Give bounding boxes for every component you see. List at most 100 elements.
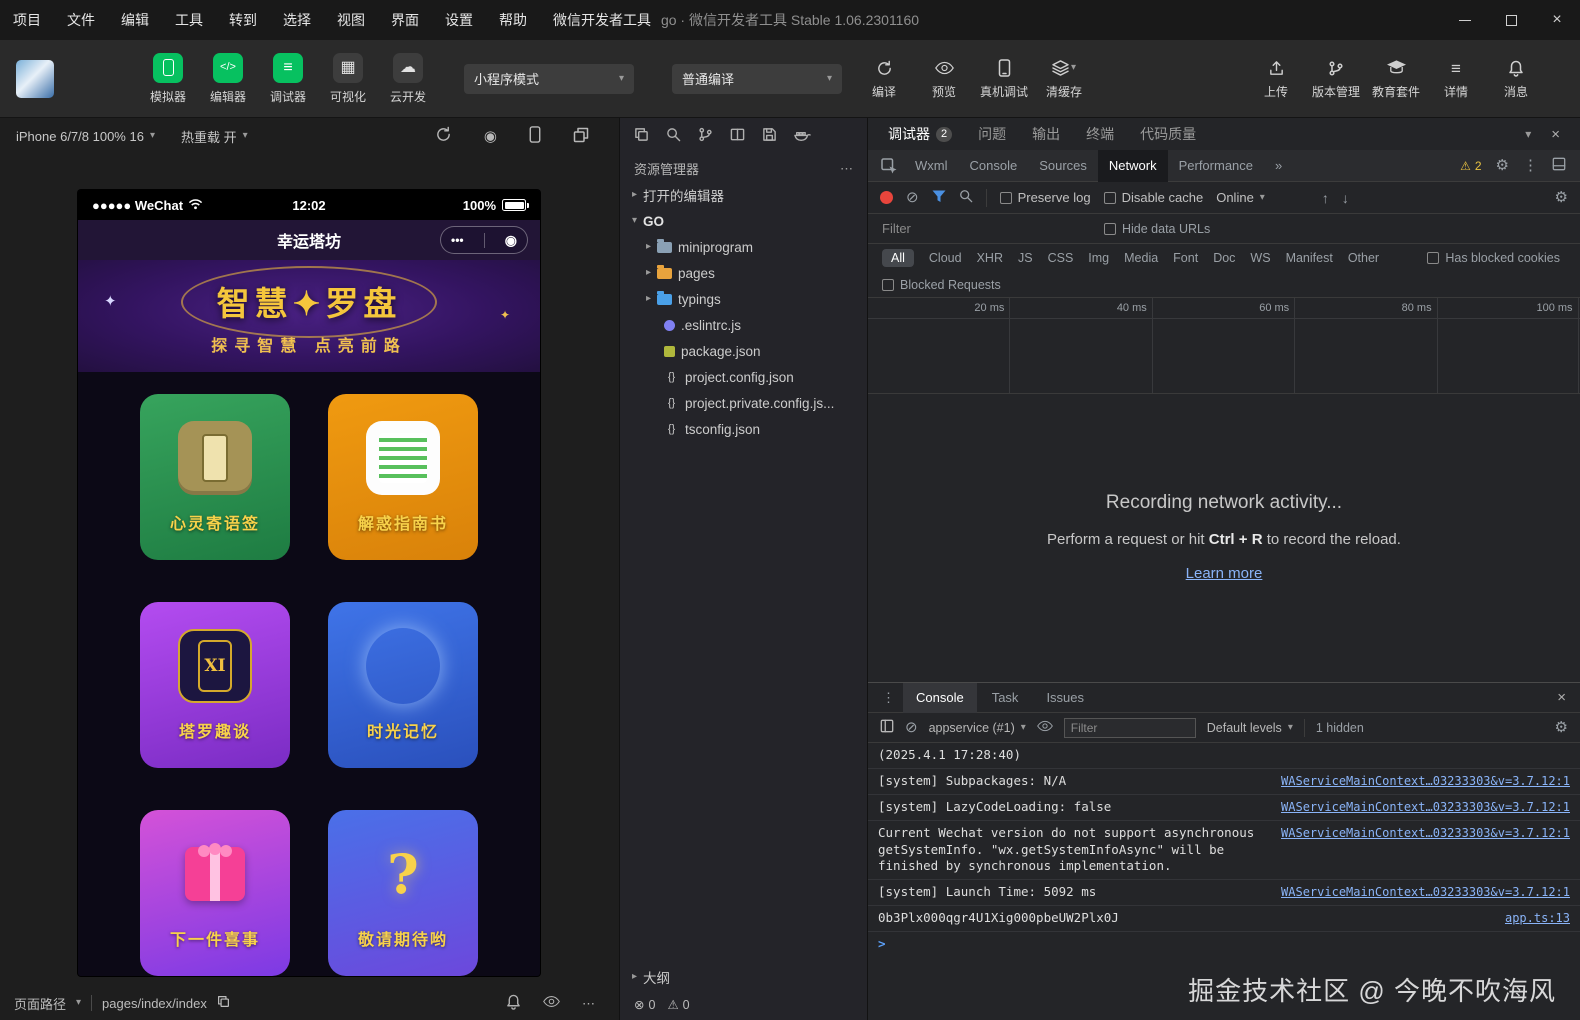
multi-window-icon[interactable] (573, 127, 589, 146)
close-button[interactable]: × (1534, 0, 1580, 40)
tab-output[interactable]: 输出 (1032, 124, 1060, 144)
log-source-link[interactable]: WAServiceMainContext…03233303&v=3.7.12:1 (1281, 884, 1570, 900)
chip-media[interactable]: Media (1124, 251, 1158, 265)
throttling-select[interactable]: Online ▾ (1216, 190, 1265, 205)
save-all-icon[interactable] (762, 127, 777, 145)
simulator-button[interactable]: 模拟器 (138, 52, 198, 105)
remote-debug-button[interactable]: 真机调试 (978, 57, 1030, 100)
chip-font[interactable]: Font (1173, 251, 1198, 265)
cloud-dev-button[interactable]: ☁ 云开发 (378, 52, 438, 105)
chip-all[interactable]: All (882, 249, 914, 267)
clear-cache-button[interactable]: ▾ 清缓存 (1038, 57, 1090, 100)
learn-more-link[interactable]: Learn more (1186, 565, 1263, 582)
tab-sources[interactable]: Sources (1028, 150, 1098, 182)
exit-capsule-button[interactable]: ◉ (505, 233, 517, 247)
chip-js[interactable]: JS (1018, 251, 1033, 265)
education-kit-button[interactable]: 教育套件 (1370, 57, 1422, 100)
card-coming-soon[interactable]: ? 敬请期待哟 (328, 810, 478, 976)
outline-section[interactable]: ▸ 大纲 (620, 964, 867, 990)
close-drawer-icon[interactable]: × (1557, 690, 1572, 705)
log-source-link[interactable]: WAServiceMainContext…03233303&v=3.7.12:1 (1281, 825, 1570, 841)
tree-item-typings[interactable]: ▸ typings (620, 286, 867, 312)
drawer-tab-issues[interactable]: Issues (1033, 683, 1097, 713)
card-soul-message[interactable]: 心灵寄语签 (140, 394, 290, 560)
stop-record-icon[interactable]: ◉ (484, 129, 497, 144)
more-capsule-button[interactable]: ••• (451, 234, 464, 246)
tree-item-project-private-config[interactable]: {} project.private.config.js... (620, 390, 867, 416)
log-levels-select[interactable]: Default levels ▾ (1207, 721, 1293, 735)
upload-button[interactable]: 上传 (1250, 57, 1302, 100)
tab-console[interactable]: Console (959, 150, 1029, 182)
tab-wxml[interactable]: Wxml (904, 150, 959, 182)
tree-item-package-json[interactable]: package.json (620, 338, 867, 364)
card-guide-book[interactable]: 解惑指南书 (328, 394, 478, 560)
context-select[interactable]: appservice (#1) ▾ (929, 721, 1026, 735)
card-tarot-talk[interactable]: XI 塔罗趣谈 (140, 602, 290, 768)
console-settings-icon[interactable]: ⚙ (1555, 720, 1568, 735)
tree-root-go[interactable]: ▾ GO (620, 208, 867, 234)
menu-ui[interactable]: 界面 (378, 0, 432, 40)
user-avatar[interactable] (16, 59, 54, 98)
console-input-row[interactable]: > (868, 932, 1580, 955)
card-next-happy-event[interactable]: 下一件喜事 (140, 810, 290, 976)
docker-whale-icon[interactable] (794, 127, 811, 145)
menu-help[interactable]: 帮助 (486, 0, 540, 40)
chip-xhr[interactable]: XHR (977, 251, 1003, 265)
tab-terminal[interactable]: 终端 (1086, 124, 1114, 144)
close-panel-icon[interactable]: × (1551, 127, 1560, 142)
preserve-log-checkbox[interactable]: Preserve log (999, 190, 1091, 205)
hot-reload-toggle[interactable]: 热重载 开 ▾ (181, 127, 248, 146)
details-button[interactable]: ≡ 详情 (1430, 57, 1482, 100)
tree-item-project-config[interactable]: {} project.config.json (620, 364, 867, 390)
console-sidebar-icon[interactable] (880, 719, 894, 736)
eye-icon[interactable] (1036, 720, 1053, 735)
export-har-icon[interactable]: ↓ (1342, 191, 1349, 205)
network-filter-input[interactable] (882, 221, 1082, 236)
more-tabs-icon[interactable]: » (1264, 150, 1293, 182)
preview-button[interactable]: 预览 (918, 57, 970, 100)
menu-edit[interactable]: 编辑 (108, 0, 162, 40)
card-time-memory[interactable]: 时光记忆 (328, 602, 478, 768)
menu-wechat-devtools[interactable]: 微信开发者工具 (540, 0, 664, 40)
copy-path-icon[interactable] (217, 995, 230, 1011)
drawer-tab-task[interactable]: Task (979, 683, 1032, 713)
menu-project[interactable]: 项目 (0, 0, 54, 40)
tab-debugger[interactable]: 调试器 2 (888, 124, 953, 144)
search-network-icon[interactable] (959, 189, 973, 206)
hide-data-urls-checkbox[interactable]: Hide data URLs (1104, 222, 1210, 236)
inspect-element-icon[interactable] (874, 157, 904, 174)
menu-goto[interactable]: 转到 (216, 0, 270, 40)
log-source-link[interactable]: WAServiceMainContext…03233303&v=3.7.12:1 (1281, 799, 1570, 815)
tree-item-eslintrc[interactable]: .eslintrc.js (620, 312, 867, 338)
tree-item-miniprogram[interactable]: ▸ miniprogram (620, 234, 867, 260)
log-source-link[interactable]: app.ts:13 (1505, 910, 1570, 926)
filter-funnel-icon[interactable] (932, 190, 946, 206)
warnings-badge[interactable]: ⚠ 2 (1460, 159, 1481, 173)
device-select[interactable]: iPhone 6/7/8 100% 16 ▾ (16, 129, 155, 144)
settings-gear-icon[interactable]: ⚙ (1496, 158, 1509, 173)
tree-section-open-editors[interactable]: ▸ 打开的编辑器 (620, 182, 867, 208)
drawer-more-icon[interactable]: ⋮ (876, 691, 901, 704)
collapse-panel-icon[interactable]: ▾ (1525, 128, 1531, 140)
chip-css[interactable]: CSS (1048, 251, 1074, 265)
mode-select[interactable]: 小程序模式 ▾ (464, 63, 634, 94)
has-blocked-cookies-checkbox[interactable]: Has blocked cookies (1427, 251, 1560, 265)
menu-file[interactable]: 文件 (54, 0, 108, 40)
disable-cache-checkbox[interactable]: Disable cache (1103, 190, 1203, 205)
clear-network-icon[interactable]: ⊘ (906, 190, 919, 205)
phone-frame-icon[interactable] (529, 126, 541, 146)
network-settings-icon[interactable]: ⚙ (1555, 190, 1568, 205)
version-control-button[interactable]: 版本管理 (1310, 57, 1362, 100)
chip-cloud[interactable]: Cloud (929, 251, 962, 265)
console-filter-input[interactable] (1063, 717, 1196, 738)
split-editor-icon[interactable] (730, 127, 745, 145)
import-har-icon[interactable]: ↑ (1322, 191, 1329, 205)
chip-other[interactable]: Other (1348, 251, 1379, 265)
chip-doc[interactable]: Doc (1213, 251, 1235, 265)
search-icon[interactable] (666, 127, 681, 145)
more-icon[interactable]: ⋯ (582, 997, 595, 1010)
dock-side-icon[interactable] (1552, 157, 1566, 174)
tab-problems[interactable]: 问题 (978, 124, 1006, 144)
menu-select[interactable]: 选择 (270, 0, 324, 40)
more-options-icon[interactable]: ⋮ (1523, 158, 1538, 173)
